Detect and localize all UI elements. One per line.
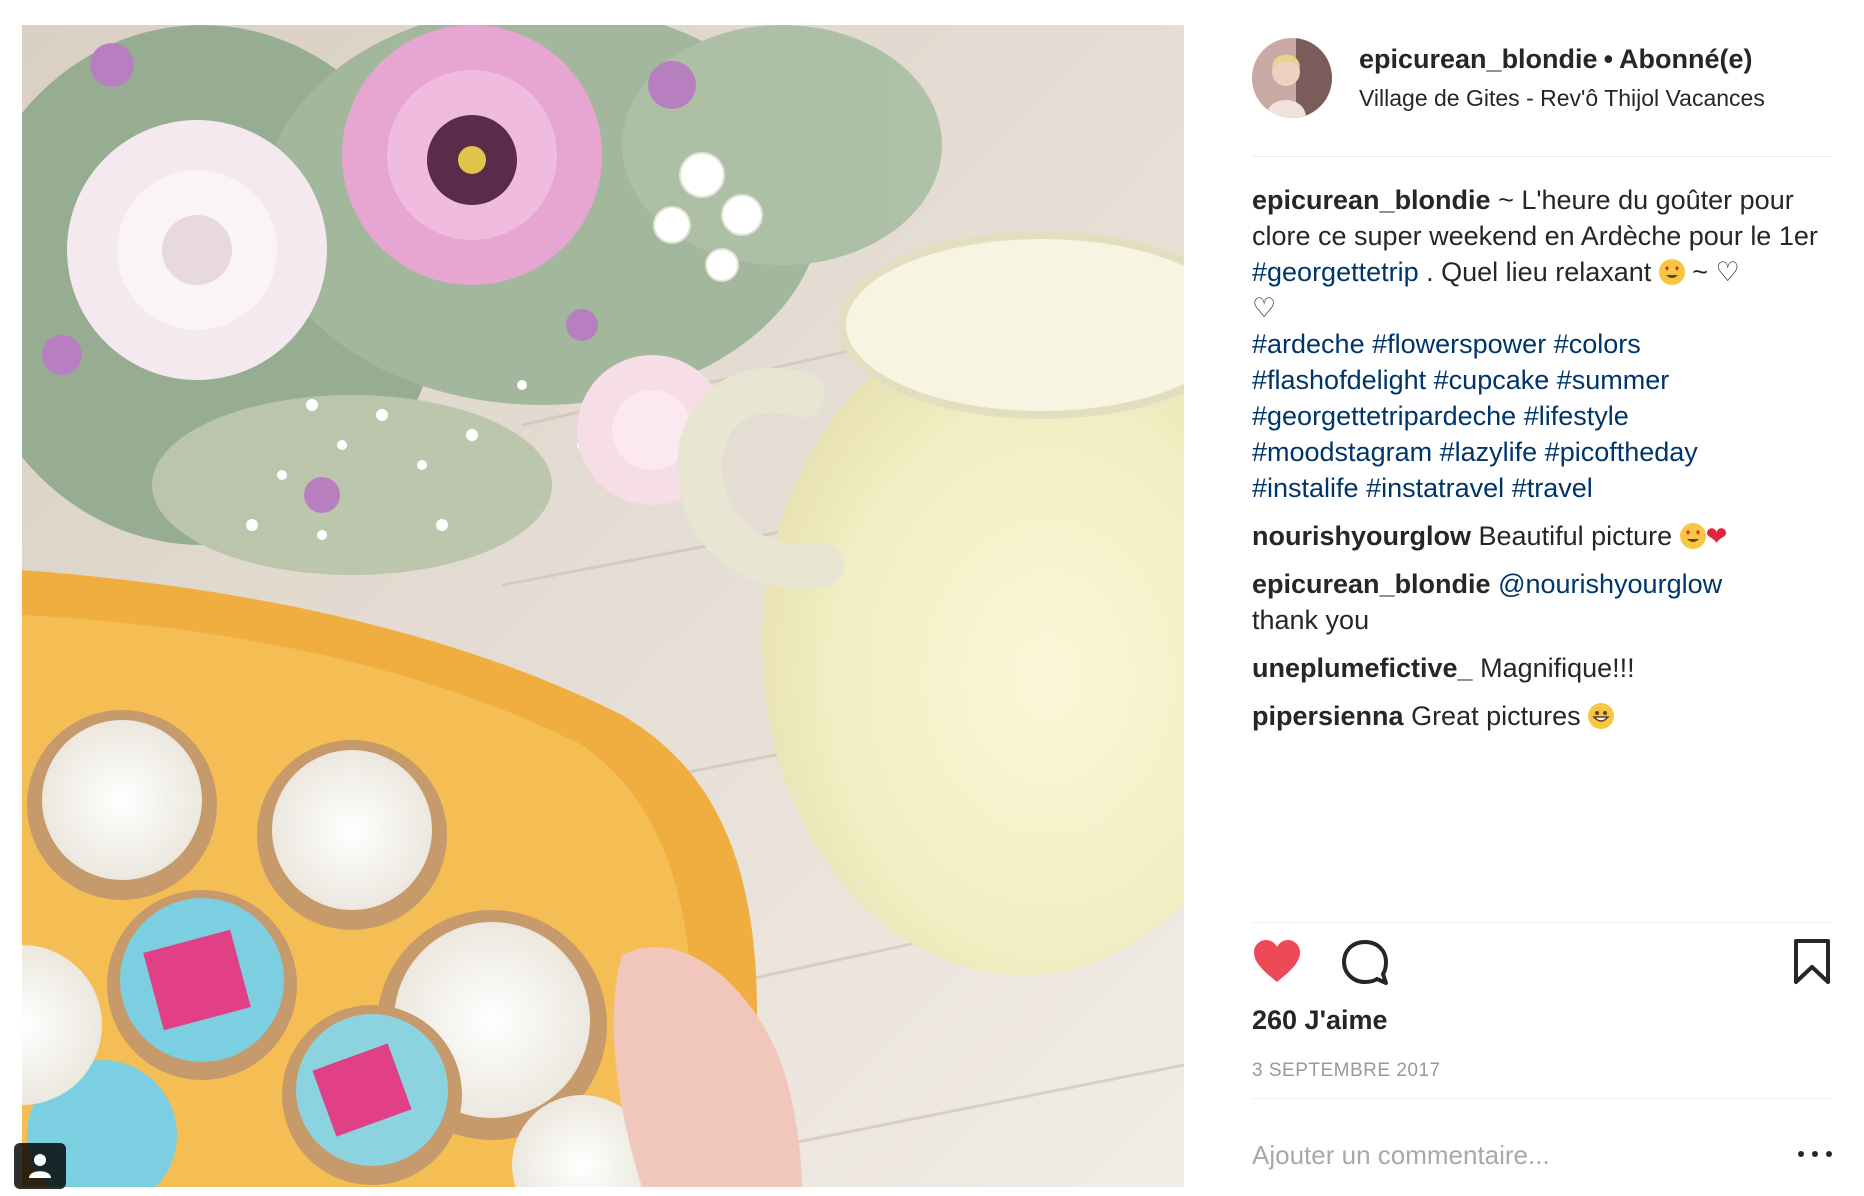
dot-icon	[1826, 1151, 1832, 1157]
post-actions	[1252, 938, 1832, 998]
like-count[interactable]: 260 J'aime	[1252, 1005, 1388, 1036]
comment-username[interactable]: uneplumefictive_	[1252, 653, 1473, 683]
hashtag[interactable]: #travel	[1512, 473, 1593, 503]
hashtag[interactable]: #flowerspower	[1372, 329, 1546, 359]
caption-username[interactable]: epicurean_blondie	[1252, 185, 1491, 215]
more-options-button[interactable]	[1798, 1142, 1832, 1166]
bookmark-icon	[1794, 939, 1830, 984]
grinning-emoji	[1588, 703, 1615, 729]
hashtag[interactable]: #moodstagram	[1252, 437, 1432, 467]
comments-list: epicurean_blondie ~ L'heure du goûter po…	[1252, 182, 1832, 746]
comment-item: nourishyourglow Beautiful picture ❤	[1252, 518, 1832, 554]
post-date[interactable]: 3 SEPTEMBRE 2017	[1252, 1060, 1441, 1082]
hashtag[interactable]: #picoftheday	[1545, 437, 1698, 467]
actions-divider	[1252, 922, 1832, 923]
save-button[interactable]	[1792, 938, 1842, 988]
caption-text-4: ♡	[1252, 293, 1277, 323]
comment-text: Beautiful picture	[1478, 521, 1673, 551]
caption-text-2: . Quel lieu relaxant	[1426, 257, 1652, 287]
header-username[interactable]: epicurean_blondie	[1359, 44, 1598, 74]
post-photo[interactable]	[22, 25, 1184, 1187]
caption-text-3: ~ ♡	[1692, 257, 1740, 287]
hashtag[interactable]: #lazylife	[1440, 437, 1538, 467]
comment-button[interactable]	[1340, 938, 1390, 988]
comment-item: uneplumefictive_ Magnifique!!!	[1252, 650, 1832, 686]
person-icon	[29, 1154, 51, 1178]
location-link[interactable]: Village de Gites - Rev'ô Thijol Vacances	[1359, 85, 1765, 112]
comment-item: pipersienna Great pictures	[1252, 698, 1832, 734]
heart-icon	[1254, 940, 1300, 982]
post-photo-illustration	[22, 25, 1184, 1187]
hashtag[interactable]: #instalife	[1252, 473, 1359, 503]
comment-text: Magnifique!!!	[1480, 653, 1635, 683]
header-user-line: epicurean_blondie • Abonné(e)	[1359, 44, 1753, 75]
speech-bubble-icon	[1342, 940, 1388, 985]
hashtag[interactable]: #colors	[1554, 329, 1641, 359]
comment-username[interactable]: epicurean_blondie	[1252, 569, 1491, 599]
caption: epicurean_blondie ~ L'heure du goûter po…	[1252, 182, 1832, 506]
heart-eyes-emoji	[1658, 259, 1685, 285]
heart-eyes-emoji	[1679, 523, 1706, 549]
comment-text: Great pictures	[1411, 701, 1581, 731]
hashtag[interactable]: #cupcake	[1434, 365, 1550, 395]
hashtag[interactable]: #lifestyle	[1524, 401, 1629, 431]
comment-item: epicurean_blondie @nourishyourglow thank…	[1252, 566, 1832, 638]
comment-text: thank you	[1252, 605, 1370, 635]
header-separator: •	[1603, 44, 1614, 74]
hashtag[interactable]: #georgettetripardeche	[1252, 401, 1516, 431]
add-comment-input[interactable]	[1252, 1135, 1752, 1175]
hashtag[interactable]: #instatravel	[1366, 473, 1504, 503]
avatar[interactable]	[1252, 38, 1332, 118]
comment-username[interactable]: nourishyourglow	[1252, 521, 1471, 551]
hashtag[interactable]: #flashofdelight	[1252, 365, 1426, 395]
comment-username[interactable]: pipersienna	[1252, 701, 1404, 731]
caption-hashtag[interactable]: #georgettetrip	[1252, 257, 1419, 287]
header-divider	[1252, 156, 1832, 157]
post-sidebar: epicurean_blondie • Abonné(e) Village de G…	[1252, 0, 1832, 1196]
comment-mention[interactable]: @nourishyourglow	[1498, 569, 1722, 599]
comment-box-divider	[1252, 1098, 1832, 1099]
avatar-image	[1252, 38, 1332, 118]
hashtag[interactable]: #summer	[1557, 365, 1670, 395]
red-heart-emoji: ❤	[1705, 521, 1728, 551]
hashtag[interactable]: #ardeche	[1252, 329, 1365, 359]
tagged-users-button[interactable]	[14, 1143, 66, 1189]
like-button[interactable]	[1252, 938, 1302, 988]
dot-icon	[1812, 1151, 1818, 1157]
dot-icon	[1798, 1151, 1804, 1157]
follow-status[interactable]: Abonné(e)	[1619, 44, 1752, 74]
post-header: epicurean_blondie • Abonné(e) Village de G…	[1252, 38, 1832, 122]
